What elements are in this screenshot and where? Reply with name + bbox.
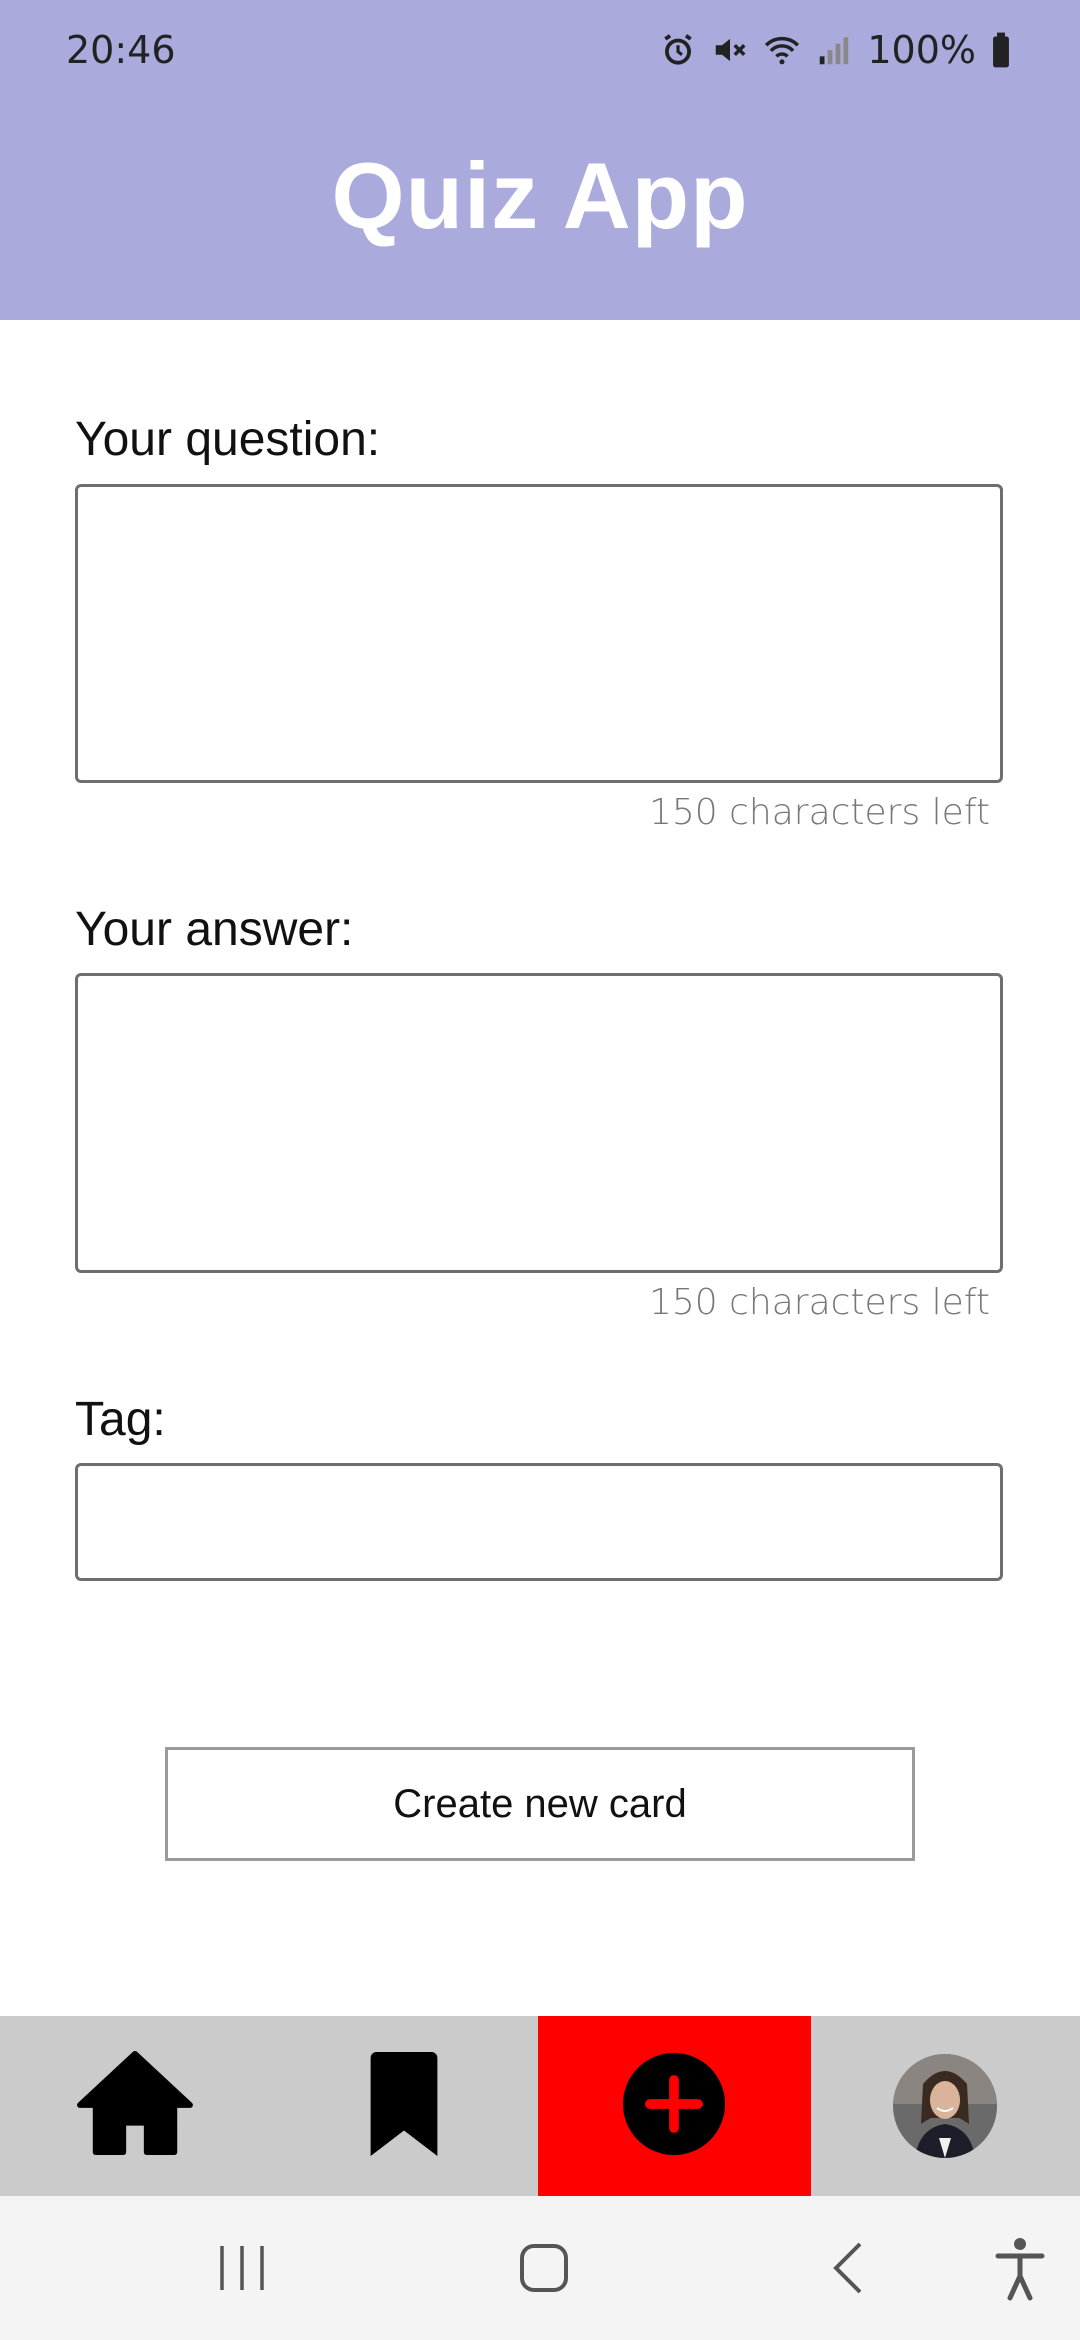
tag-input[interactable] <box>75 1463 1003 1581</box>
nav-bookmarks[interactable] <box>269 2016 538 2196</box>
nav-profile[interactable] <box>811 2016 1080 2196</box>
answer-char-counter: 150 characters left <box>648 1282 990 1323</box>
nav-add-card[interactable] <box>538 2016 811 2196</box>
screen: 20:46 100% Quiz App Your question: 150 c… <box>0 0 1080 2340</box>
status-bar: 20:46 100% <box>0 0 1080 100</box>
wifi-icon <box>763 31 801 69</box>
home-icon <box>74 2050 196 2163</box>
app-header: 20:46 100% Quiz App <box>0 0 1080 320</box>
status-icons: 100% <box>659 28 1014 72</box>
mute-icon <box>711 31 749 69</box>
back-icon[interactable] <box>812 2232 884 2304</box>
add-icon <box>621 2051 727 2162</box>
alarm-icon <box>659 31 697 69</box>
accessibility-icon[interactable] <box>984 2232 1056 2304</box>
signal-icon <box>815 31 853 69</box>
question-label: Your question: <box>75 413 381 466</box>
bottom-nav <box>0 2016 1080 2196</box>
home-button-icon[interactable] <box>508 2232 580 2304</box>
nav-home[interactable] <box>0 2016 269 2196</box>
bookmark-icon <box>364 2050 444 2163</box>
question-char-counter: 150 characters left <box>648 792 990 833</box>
answer-label: Your answer: <box>75 903 354 956</box>
status-time: 20:46 <box>66 28 176 72</box>
system-nav-bar <box>0 2196 1080 2340</box>
recent-apps-icon[interactable] <box>206 2232 278 2304</box>
battery-icon <box>990 31 1014 69</box>
app-title: Quiz App <box>331 143 749 248</box>
avatar <box>893 2054 998 2158</box>
question-input[interactable] <box>75 484 1003 783</box>
battery-percent: 100% <box>867 28 976 72</box>
answer-input[interactable] <box>75 973 1003 1273</box>
tag-label: Tag: <box>75 1393 166 1446</box>
create-card-button[interactable]: Create new card <box>165 1747 915 1861</box>
